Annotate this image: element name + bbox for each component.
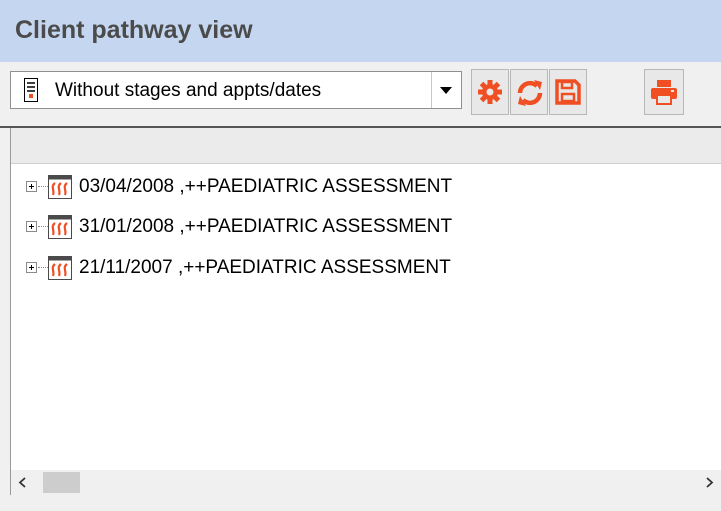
tree-connector	[38, 186, 48, 187]
tree-item[interactable]: 31/01/2008 ,++PAEDIATRIC ASSESSMENT	[23, 212, 703, 242]
client-pathway-window: Client pathway view Without stages and a…	[0, 0, 721, 511]
tree-connector	[38, 226, 48, 227]
tree-column-header	[11, 128, 721, 164]
status-strip	[0, 495, 721, 511]
chevron-down-icon[interactable]	[431, 72, 461, 108]
pathway-icon	[48, 175, 72, 199]
document-list-icon	[24, 78, 38, 102]
scroll-right-arrow-icon[interactable]	[697, 470, 721, 495]
tree-connector	[38, 267, 48, 268]
view-mode-selected-label: Without stages and appts/dates	[55, 80, 322, 101]
horizontal-scrollbar[interactable]	[10, 470, 721, 495]
expand-plus-icon[interactable]	[26, 262, 37, 273]
pathway-tree[interactable]: 03/04/2008 ,++PAEDIATRIC ASSESSMENT 31/0…	[10, 128, 721, 495]
expand-plus-icon[interactable]	[26, 221, 37, 232]
tree-item-label[interactable]: 31/01/2008 ,++PAEDIATRIC ASSESSMENT	[79, 216, 452, 238]
scroll-thumb[interactable]	[43, 472, 80, 493]
gear-icon	[478, 80, 502, 104]
tree-item[interactable]: 03/04/2008 ,++PAEDIATRIC ASSESSMENT	[23, 172, 703, 202]
tree-item-label[interactable]: 03/04/2008 ,++PAEDIATRIC ASSESSMENT	[79, 176, 452, 198]
scroll-left-arrow-icon[interactable]	[11, 470, 35, 495]
expand-plus-icon[interactable]	[26, 181, 37, 192]
pathway-icon	[48, 256, 72, 280]
tree-item[interactable]: 21/11/2007 ,++PAEDIATRIC ASSESSMENT	[23, 253, 703, 283]
refresh-button[interactable]	[510, 69, 548, 115]
save-button[interactable]	[549, 69, 587, 115]
page-title: Client pathway view	[15, 16, 253, 44]
printer-icon	[651, 80, 677, 105]
toolbar: Without stages and appts/dates	[0, 62, 721, 126]
pathway-icon	[48, 215, 72, 239]
settings-button[interactable]	[471, 69, 509, 115]
view-mode-select[interactable]: Without stages and appts/dates	[10, 71, 462, 109]
tree-item-label[interactable]: 21/11/2007 ,++PAEDIATRIC ASSESSMENT	[79, 257, 451, 279]
refresh-icon	[517, 80, 543, 106]
print-button[interactable]	[644, 69, 684, 115]
floppy-disk-icon	[555, 79, 581, 105]
title-bar: Client pathway view	[0, 0, 721, 62]
